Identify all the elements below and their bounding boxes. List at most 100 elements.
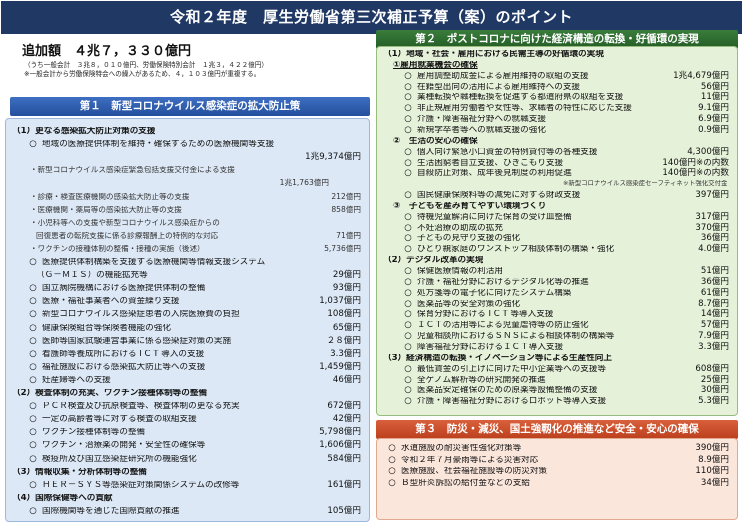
row-amount: 11億円 [700, 92, 729, 103]
section-heading: （2）検査体制の充実、ワクチン接種体制等の整備 [6, 389, 369, 400]
row-amount: 397億円 [695, 190, 729, 201]
row-label: 妊産婦等への支援 [42, 375, 111, 385]
row-label: 水道施設の耐災害性強化対策等 [401, 444, 522, 453]
row-label: 福祉施設における感染拡大防止等への支援 [42, 362, 206, 372]
row-label: 保健医療情報の利活用 [417, 267, 503, 276]
row-amount: 5.3億円 [698, 396, 729, 407]
row-label: ・診療・検査医療機関の感染拡大防止等の支援 [30, 192, 190, 201]
list-item: ○ 医薬品安定確保のための原薬等設備整備の支援 30億円 [377, 386, 737, 397]
row-label: 介護・障害福祉分野への就職支援 [417, 115, 546, 124]
section-heading: （1）地域・社会・雇用における民需主導の好循環の実現 [377, 50, 737, 61]
list-item: ○ ワクチン・治療薬の開発・安全性の確保等 1,606億円 [6, 441, 369, 452]
list-item: ○ 一定の高齢者等に対する検査の取組支援 42億円 [6, 415, 369, 426]
circle-bullet-icon: ○ [29, 374, 37, 385]
circle-bullet-icon: ○ [404, 92, 412, 103]
row-label: （1）地域・社会・雇用における民需主導の好循環の実現 [383, 50, 604, 59]
row-amount: 36億円 [700, 276, 729, 287]
section1-header: 第１ 新型コロナウイルス感染症の拡大防止策 [10, 97, 370, 116]
row-label: ③ 子どもを産み育てやすい環境づくり [393, 201, 547, 211]
row-amount: 608億円 [695, 363, 729, 374]
circle-bullet-icon: ○ [404, 385, 412, 396]
list-item: ○ 不妊治療の助成の拡充 370億円 [377, 223, 737, 235]
row-amount: 30億円 [700, 385, 729, 396]
circle-bullet-icon: ○ [388, 454, 396, 465]
row-label: ひとり親家庭のワンストップ相談体制の構築・強化 [417, 245, 615, 254]
row-amount: 8.7億円 [698, 298, 729, 309]
row-label: 医療提供体制構築を支援する医療機関等情報支援システム [42, 258, 266, 267]
row-amount: 4.0億円 [698, 244, 729, 255]
row-amount: 584億円 [327, 453, 361, 464]
row-amount: 317億円 [695, 211, 729, 222]
list-item: ○ 業種転換や職種転換を促進する都道府県の取組を支援 11億円 [377, 93, 737, 104]
list-item: ○ 水道施設の耐災害性強化対策等 390億円 [377, 444, 737, 455]
list-item: ○ 保育分野における I C T 等導入支援 14億円 [377, 310, 737, 321]
list-item: ・診療・検査医療機関の感染拡大防止等の支援 212億円 [6, 192, 369, 204]
list-item: ○ 待機児童解消に向けた保育の受け皿整備 317億円 [377, 213, 737, 224]
row-label: ・医療機関・薬局等の感染拡大防止等の支援 [30, 205, 182, 214]
total-note-overlap: ※一般会計から労働保険特会への繰入があるため、４，１０３億円が重複する。 [24, 70, 261, 78]
row-amount: 51億円 [700, 266, 729, 276]
row-label: 個人向け緊急小口資金の特例貸付等の各種支援 [417, 147, 598, 157]
row-label: 令和２年７月豪雨等による災害対応 [401, 455, 539, 465]
row-amount: 29億円 [332, 270, 361, 281]
row-amount: 6.9億円 [698, 114, 729, 125]
section2-panel: （1）地域・社会・雇用における民需主導の好循環の実現 ①雇用就業機会の確保 ○ 雇用調… [376, 46, 738, 416]
row-amount: 110億円 [695, 466, 729, 476]
list-item: ○ ひとり親家庭のワンストップ相談体制の構築・強化 4.0億円 [377, 245, 737, 256]
circle-bullet-icon: ○ [388, 466, 396, 476]
row-amount: 108億円 [327, 309, 361, 320]
row-amount: 5,798億円 [319, 427, 361, 438]
row-label: （1）更なる感染拡大防止対策の支援 [12, 127, 156, 136]
list-item: 1兆1,763億円 [6, 179, 369, 190]
row-label: 全ゲノム解析等の研究開発の推進 [417, 375, 546, 385]
circle-bullet-icon: ○ [388, 477, 396, 488]
circle-bullet-icon: ○ [29, 139, 37, 150]
row-amount: 36億円 [700, 233, 729, 244]
circle-bullet-icon: ○ [29, 440, 37, 451]
row-label: 待機児童解消に向けた保育の受け皿整備 [417, 212, 572, 222]
section-heading: （2）デジタル改革の実現 [377, 256, 737, 267]
row-amount: 34億円 [700, 477, 729, 488]
circle-bullet-icon: ○ [404, 124, 412, 135]
row-amount: 1兆1,763億円 [279, 178, 329, 188]
row-amount: ２８億円 [326, 335, 361, 346]
circle-bullet-icon: ○ [388, 443, 396, 453]
section3-header: 第３ 防災・減災、国土強靱化の推進など安全・安心の確保 [376, 420, 738, 439]
row-label: 検疫所及び国立感染症研究所の機能強化 [42, 454, 197, 464]
row-label: 医薬品安定確保のための原薬等設備整備の支援 [417, 386, 598, 395]
row-label: （Ｇ－ＭＩＳ）の機能拡充等 [36, 271, 148, 280]
row-label: 自殺防止対策、成年後見制度の利用促進 [417, 169, 572, 178]
row-amount: 3.3億円 [330, 348, 361, 359]
circle-bullet-icon: ○ [404, 320, 412, 331]
circle-bullet-icon: ○ [29, 348, 37, 359]
circle-bullet-icon: ○ [404, 114, 412, 125]
list-item: ○ ＩＣＴの活用等による児童虐待等の防止強化 57億円 [377, 321, 737, 332]
list-item: ○ 医師等国家試験運営事業に係る感染症対策の実施 ２８億円 [6, 335, 369, 348]
row-label: ＩＣＴの活用等による児童虐待等の防止強化 [417, 321, 589, 330]
section1-panel: （1）更なる感染拡大防止対策の支援 ○ 地域の医療提供体制を維持・確保するための医療… [5, 118, 370, 522]
row-label: Ｂ型肝炎訴訟の給付金などの支給 [401, 478, 530, 488]
list-item: ○ 介護・障害福祉分野におけるロボット等導入支援 5.3億円 [377, 397, 737, 408]
row-label: 健康保険組合等保険者機能の強化 [42, 323, 171, 333]
row-label: 介護・障害福祉分野におけるロボット等導入支援 [417, 397, 607, 406]
row-amount: 71億円 [336, 230, 361, 240]
row-amount: 672億円 [327, 401, 361, 412]
row-label: 処方箋等の電子化に向けたシステム構築 [417, 288, 572, 298]
circle-bullet-icon: ○ [29, 505, 37, 516]
row-label: 国立病院機構における医療提供体制の整備 [42, 284, 206, 293]
list-item: ○ 障害福祉分野におけるＩＣＴ導入支援 3.3億円 [377, 343, 737, 354]
section3-panel: ○ 水道施設の耐災害性強化対策等 390億円 ○ 令和２年７月豪雨等による災害対応 8.9… [376, 438, 738, 520]
list-item: ○ 国立病院機構における医療提供体制の整備 93億円 [6, 284, 369, 295]
row-amount: 1,606億円 [319, 440, 361, 451]
circle-bullet-icon: ○ [404, 396, 412, 407]
row-label: ＰＣＲ検査及び抗原検査等、検査体制の更なる充実 [42, 402, 240, 411]
row-amount: 390億円 [695, 443, 729, 453]
row-label: ＨＥＲ－ＳＹＳ等感染症対策関係システムの改修等 [42, 480, 240, 490]
row-label: 国民健康保険料等の減免に対する財政支援 [417, 191, 581, 200]
section-heading: （3）情報収集・分析体制等の整備 [6, 468, 369, 479]
list-item: ○ 在籍型出向の活用による雇用維持への支援 56億円 [377, 82, 737, 94]
row-label: ワクチン・治療薬の開発・安全性の確保等 [42, 441, 206, 450]
list-item: ○ 地域の医療提供体制を維持・確保するための医療機関等支援 [6, 140, 369, 151]
list-item: ○ 検疫所及び国立感染症研究所の機能強化 584億円 [6, 453, 369, 466]
row-amount: 161億円 [327, 479, 361, 490]
